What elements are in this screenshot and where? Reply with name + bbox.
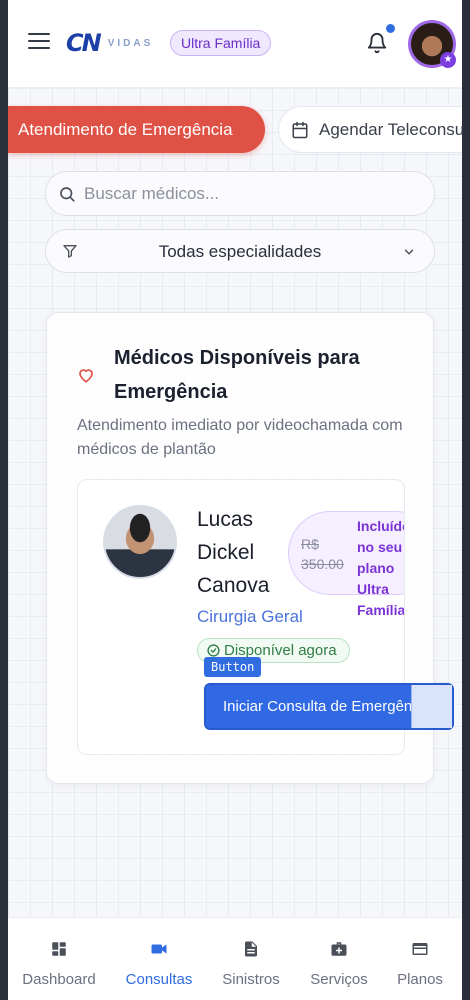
medical-bag-icon	[331, 942, 347, 956]
nav-item-sinistros[interactable]: Sinistros	[206, 918, 296, 1000]
nav-item-dashboard[interactable]: Dashboard	[14, 918, 104, 1000]
tab-emergency[interactable]: Atendimento de Emergência	[8, 106, 265, 153]
brand-logo[interactable]: CN VIDAS	[66, 29, 154, 57]
doctor-search[interactable]	[45, 171, 435, 216]
app-screen: CN VIDAS Ultra Família ★ Atendimento de …	[8, 0, 462, 1000]
nav-item-planos[interactable]: Planos	[375, 918, 462, 1000]
video-camera-icon	[151, 944, 167, 954]
filter-selected-value: Todas especialidades	[158, 242, 322, 261]
bottom-navigation: Dashboard Consultas Sinistros Serviços P…	[8, 917, 462, 1000]
check-circle-icon	[207, 644, 220, 657]
element-tag-label: Button	[204, 657, 262, 677]
price-old: R$ 350.00	[301, 536, 344, 572]
nav-label-consultas: Consultas	[125, 971, 193, 988]
chevron-down-icon	[404, 249, 414, 255]
price-included: Incluído no seu plano Ultra Família	[357, 518, 405, 618]
notification-bell-icon[interactable]	[366, 32, 388, 54]
plan-badge: Ultra Família	[170, 30, 272, 56]
document-icon	[245, 941, 257, 957]
consultation-tabs: Atendimento de Emergência Agendar Teleco…	[8, 106, 462, 154]
search-icon	[60, 187, 75, 202]
top-header: CN VIDAS Ultra Família ★	[8, 0, 462, 88]
nav-item-consultas[interactable]: Consultas	[114, 918, 204, 1000]
star-icon: ★	[440, 52, 456, 68]
nav-label-dashboard: Dashboard	[22, 971, 96, 988]
card-title: Médicos Disponíveis para Emergência	[114, 347, 360, 403]
specialty-filter-select[interactable]: Todas especialidades	[45, 229, 435, 273]
tab-teleconsultation-label: Agendar Teleconsulta	[319, 120, 462, 139]
logo-wordmark: VIDAS	[107, 37, 154, 49]
doctor-name: Lucas Dickel Canova	[197, 508, 270, 597]
logo-mark: CN	[66, 29, 102, 57]
doctor-specialty: Cirurgia Geral	[197, 607, 303, 626]
calendar-icon	[292, 121, 308, 139]
tab-teleconsultation[interactable]: Agendar Teleconsulta	[278, 106, 462, 153]
heart-icon	[79, 369, 93, 383]
search-input[interactable]	[84, 172, 424, 215]
credit-card-icon	[412, 943, 428, 955]
nav-label-planos: Planos	[397, 971, 443, 988]
notification-dot	[386, 24, 395, 33]
card-subtitle: Atendimento imediato por videochamada co…	[77, 417, 403, 458]
doctor-photo	[103, 505, 177, 579]
price-box: R$ 350.00 Incluído no seu plano Ultra Fa…	[288, 511, 404, 618]
nav-label-sinistros: Sinistros	[222, 971, 280, 988]
hamburger-menu-icon[interactable]	[28, 33, 50, 51]
nav-label-servicos: Serviços	[310, 971, 368, 988]
nav-item-servicos[interactable]: Serviços	[294, 918, 384, 1000]
button-highlight-overlay	[411, 685, 452, 728]
dashboard-icon	[52, 942, 66, 956]
